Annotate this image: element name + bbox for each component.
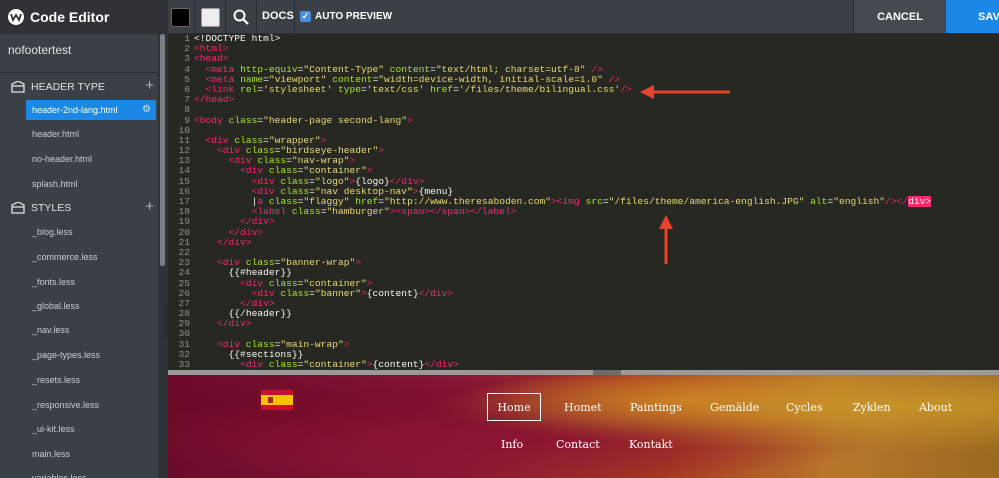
section-styles[interactable]: STYLES + — [0, 195, 158, 221]
nav-zyklen[interactable]: Zyklen — [853, 401, 891, 414]
file-label: header-2nd-lang.html — [32, 105, 118, 115]
file-item-style[interactable]: _blog.less — [32, 222, 73, 242]
toolbar-divider — [256, 0, 257, 33]
annotation-arrows — [640, 85, 730, 264]
spain-flag-icon[interactable] — [261, 390, 293, 410]
sidebar-scrollbar-thumb[interactable] — [160, 34, 165, 266]
site-name: nofootertest — [8, 43, 72, 57]
file-item-style[interactable]: _fonts.less — [32, 272, 75, 292]
light-theme-button[interactable] — [201, 8, 220, 27]
nav-home[interactable]: Home — [487, 393, 541, 421]
gear-icon[interactable]: ⚙ — [142, 100, 151, 120]
file-item-style[interactable]: _resets.less — [32, 370, 80, 390]
top-toolbar: Code Editor DOCS ✓ AUTO PREVIEW CANCEL S… — [0, 0, 999, 34]
file-item-style[interactable]: _global.less — [32, 296, 80, 316]
toolbar-divider — [225, 0, 226, 33]
arrow-left-icon — [640, 85, 730, 99]
docs-button[interactable]: DOCS — [258, 0, 298, 33]
file-item-header-2nd-lang[interactable]: header-2nd-lang.html ⚙ — [26, 100, 156, 120]
header-type-icon — [11, 80, 25, 93]
sidebar-divider — [0, 72, 168, 73]
file-sidebar: nofootertest HEADER TYPE + header-2nd-la… — [0, 34, 168, 478]
nav-info[interactable]: Info — [501, 438, 523, 451]
styles-icon — [11, 201, 25, 214]
dark-theme-button[interactable] — [171, 8, 190, 27]
file-item-style[interactable]: variables.less — [32, 468, 87, 478]
nav-homet[interactable]: Homet — [564, 401, 602, 414]
file-item-style[interactable]: _nav.less — [32, 320, 69, 340]
nav-about[interactable]: About — [919, 401, 952, 414]
section-label: STYLES — [31, 202, 72, 214]
file-item-header[interactable]: header.html — [32, 124, 79, 144]
file-item-style[interactable]: _page-types.less — [32, 345, 100, 365]
live-preview: Home Homet Paintings Gemälde Cycles Zykl… — [168, 375, 999, 478]
file-item-style[interactable]: _commerce.less — [32, 247, 98, 267]
file-item-style[interactable]: main.less — [32, 444, 70, 464]
auto-preview-label: AUTO PREVIEW — [315, 11, 393, 22]
save-button[interactable]: SAVE — [946, 0, 999, 33]
app-brand: Code Editor — [0, 0, 168, 33]
section-label: HEADER TYPE — [31, 81, 105, 93]
nav-gemalde[interactable]: Gemälde — [710, 401, 759, 414]
nav-kontakt[interactable]: Kontakt — [629, 438, 673, 451]
file-item-no-header[interactable]: no-header.html — [32, 149, 92, 169]
code-editor[interactable]: 1 <!DOCTYPE html> 2 <html> 3 <head> 4 <meta ht… — [168, 34, 999, 370]
app-title: Code Editor — [30, 8, 110, 25]
weebly-logo-icon — [8, 8, 24, 25]
nav-contact[interactable]: Contact — [556, 438, 600, 451]
auto-preview-toggle[interactable]: ✓ AUTO PREVIEW — [300, 0, 392, 33]
add-header-icon[interactable]: + — [145, 78, 154, 93]
nav-cycles[interactable]: Cycles — [786, 401, 822, 414]
add-style-icon[interactable]: + — [145, 199, 154, 214]
file-item-style[interactable]: _ui-kit.less — [32, 419, 75, 439]
toolbar-divider — [294, 0, 295, 33]
file-item-splash[interactable]: splash.html — [32, 174, 78, 194]
toolbar-divider — [194, 0, 195, 33]
section-header-type[interactable]: HEADER TYPE + — [0, 74, 158, 100]
checkbox-checked-icon[interactable]: ✓ — [300, 11, 311, 22]
file-item-style[interactable]: _responsive.less — [32, 395, 99, 415]
search-icon[interactable] — [232, 8, 250, 26]
cancel-button[interactable]: CANCEL — [853, 0, 946, 33]
nav-paintings[interactable]: Paintings — [630, 401, 682, 414]
arrow-up-icon — [659, 215, 673, 264]
